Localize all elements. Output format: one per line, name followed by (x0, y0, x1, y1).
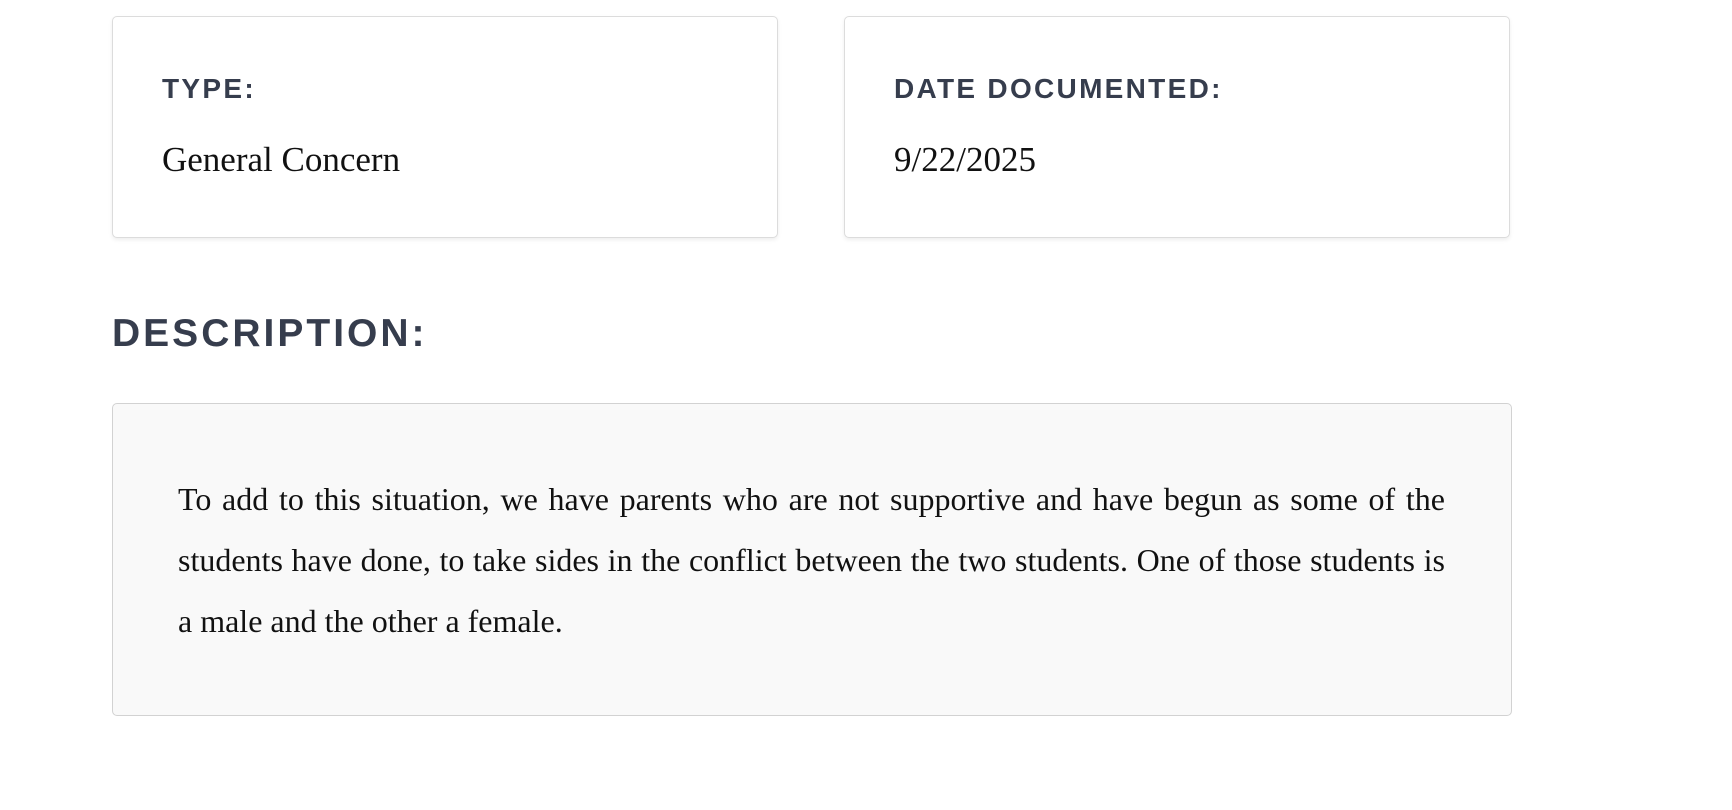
type-label: TYPE: (162, 73, 256, 104)
description-text: To add to this situation, we have parent… (178, 481, 1445, 639)
date-documented-value: 9/22/2025 (894, 140, 1036, 179)
date-documented-label: DATE DOCUMENTED: (894, 73, 1223, 104)
date-documented-card: DATE DOCUMENTED: 9/22/2025 (844, 16, 1510, 238)
type-card: TYPE: General Concern (112, 16, 778, 238)
type-value: General Concern (162, 140, 401, 179)
description-heading: DESCRIPTION: (112, 312, 428, 355)
description-box: To add to this situation, we have parent… (112, 403, 1512, 716)
